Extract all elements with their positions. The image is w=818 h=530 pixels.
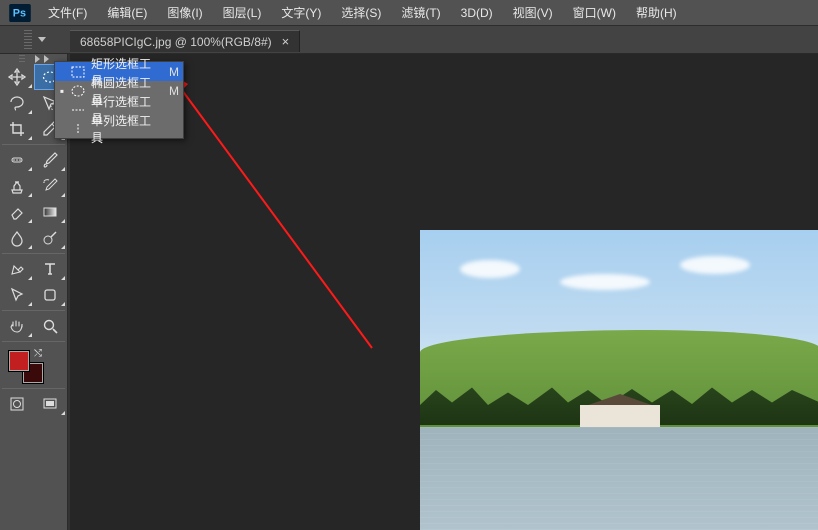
menu-type[interactable]: 文字(Y) bbox=[271, 0, 331, 26]
crop-tool[interactable] bbox=[0, 116, 34, 142]
flyout-shortcut: M bbox=[167, 84, 179, 98]
toolbox-divider bbox=[2, 253, 65, 254]
toolbox-divider bbox=[2, 341, 65, 342]
flyout-item-col-marquee[interactable]: 单列选框工具 bbox=[55, 119, 183, 138]
screen-mode-toggle[interactable] bbox=[34, 391, 68, 417]
chevron-right-icon bbox=[44, 55, 49, 63]
menu-edit[interactable]: 编辑(E) bbox=[97, 0, 157, 26]
menu-help[interactable]: 帮助(H) bbox=[626, 0, 687, 26]
zoom-tool[interactable] bbox=[34, 313, 68, 339]
grip-icon bbox=[24, 30, 32, 50]
rect-marquee-icon bbox=[70, 65, 86, 79]
options-handle[interactable] bbox=[0, 26, 70, 54]
marquee-flyout: 矩形选框工具 M ▪ 椭圆选框工具 M 单行选框工具 单列选框工具 bbox=[54, 61, 184, 139]
menu-view[interactable]: 视图(V) bbox=[503, 0, 563, 26]
clone-stamp-tool[interactable] bbox=[0, 173, 34, 199]
dodge-tool[interactable] bbox=[34, 225, 68, 251]
col-marquee-icon bbox=[70, 122, 86, 136]
type-tool[interactable] bbox=[34, 256, 68, 282]
eraser-tool[interactable] bbox=[0, 199, 34, 225]
menu-file[interactable]: 文件(F) bbox=[38, 0, 97, 26]
menu-3d[interactable]: 3D(D) bbox=[451, 0, 503, 26]
current-indicator: ▪ bbox=[59, 84, 65, 98]
document-tab[interactable]: 68658PICIgC.jpg @ 100%(RGB/8#) × bbox=[70, 30, 300, 52]
menu-window[interactable]: 窗口(W) bbox=[563, 0, 626, 26]
toolbox-divider bbox=[2, 388, 65, 389]
document-image bbox=[420, 230, 818, 530]
chevron-right-icon bbox=[35, 55, 40, 63]
lasso-tool[interactable] bbox=[0, 90, 34, 116]
close-icon[interactable]: × bbox=[282, 35, 290, 48]
quick-mask-toggle[interactable] bbox=[0, 391, 34, 417]
gradient-tool[interactable] bbox=[34, 199, 68, 225]
shape-tool[interactable] bbox=[34, 282, 68, 308]
swap-colors-icon[interactable]: ⤭ bbox=[34, 348, 42, 359]
ellipse-marquee-icon bbox=[70, 84, 86, 98]
history-brush-tool[interactable] bbox=[34, 173, 68, 199]
flyout-label: 单列选框工具 bbox=[91, 112, 162, 146]
path-select-tool[interactable] bbox=[0, 282, 34, 308]
pen-tool[interactable] bbox=[0, 256, 34, 282]
row-marquee-icon bbox=[70, 103, 86, 117]
menu-filter[interactable]: 滤镜(T) bbox=[391, 0, 450, 26]
toolbox-divider bbox=[2, 144, 65, 145]
spot-heal-tool[interactable] bbox=[0, 147, 34, 173]
app-logo: Ps bbox=[8, 4, 32, 22]
move-tool[interactable] bbox=[0, 64, 34, 90]
menu-image[interactable]: 图像(I) bbox=[157, 0, 212, 26]
brush-tool[interactable] bbox=[34, 147, 68, 173]
hand-tool[interactable] bbox=[0, 313, 34, 339]
toolbox-divider bbox=[2, 310, 65, 311]
color-swatches[interactable]: ⤭ bbox=[0, 344, 67, 386]
svg-text:Ps: Ps bbox=[13, 7, 26, 19]
menu-select[interactable]: 选择(S) bbox=[331, 0, 391, 26]
flyout-shortcut: M bbox=[167, 65, 179, 79]
menu-bar: Ps 文件(F) 编辑(E) 图像(I) 图层(L) 文字(Y) 选择(S) 滤… bbox=[0, 0, 818, 26]
foreground-color-swatch[interactable] bbox=[8, 350, 30, 372]
chevron-down-icon bbox=[38, 37, 46, 42]
menu-layer[interactable]: 图层(L) bbox=[213, 0, 272, 26]
grip-icon bbox=[19, 55, 25, 63]
document-tabs: 68658PICIgC.jpg @ 100%(RGB/8#) × bbox=[70, 28, 300, 52]
document-title: 68658PICIgC.jpg @ 100%(RGB/8#) bbox=[80, 35, 272, 49]
blur-tool[interactable] bbox=[0, 225, 34, 251]
